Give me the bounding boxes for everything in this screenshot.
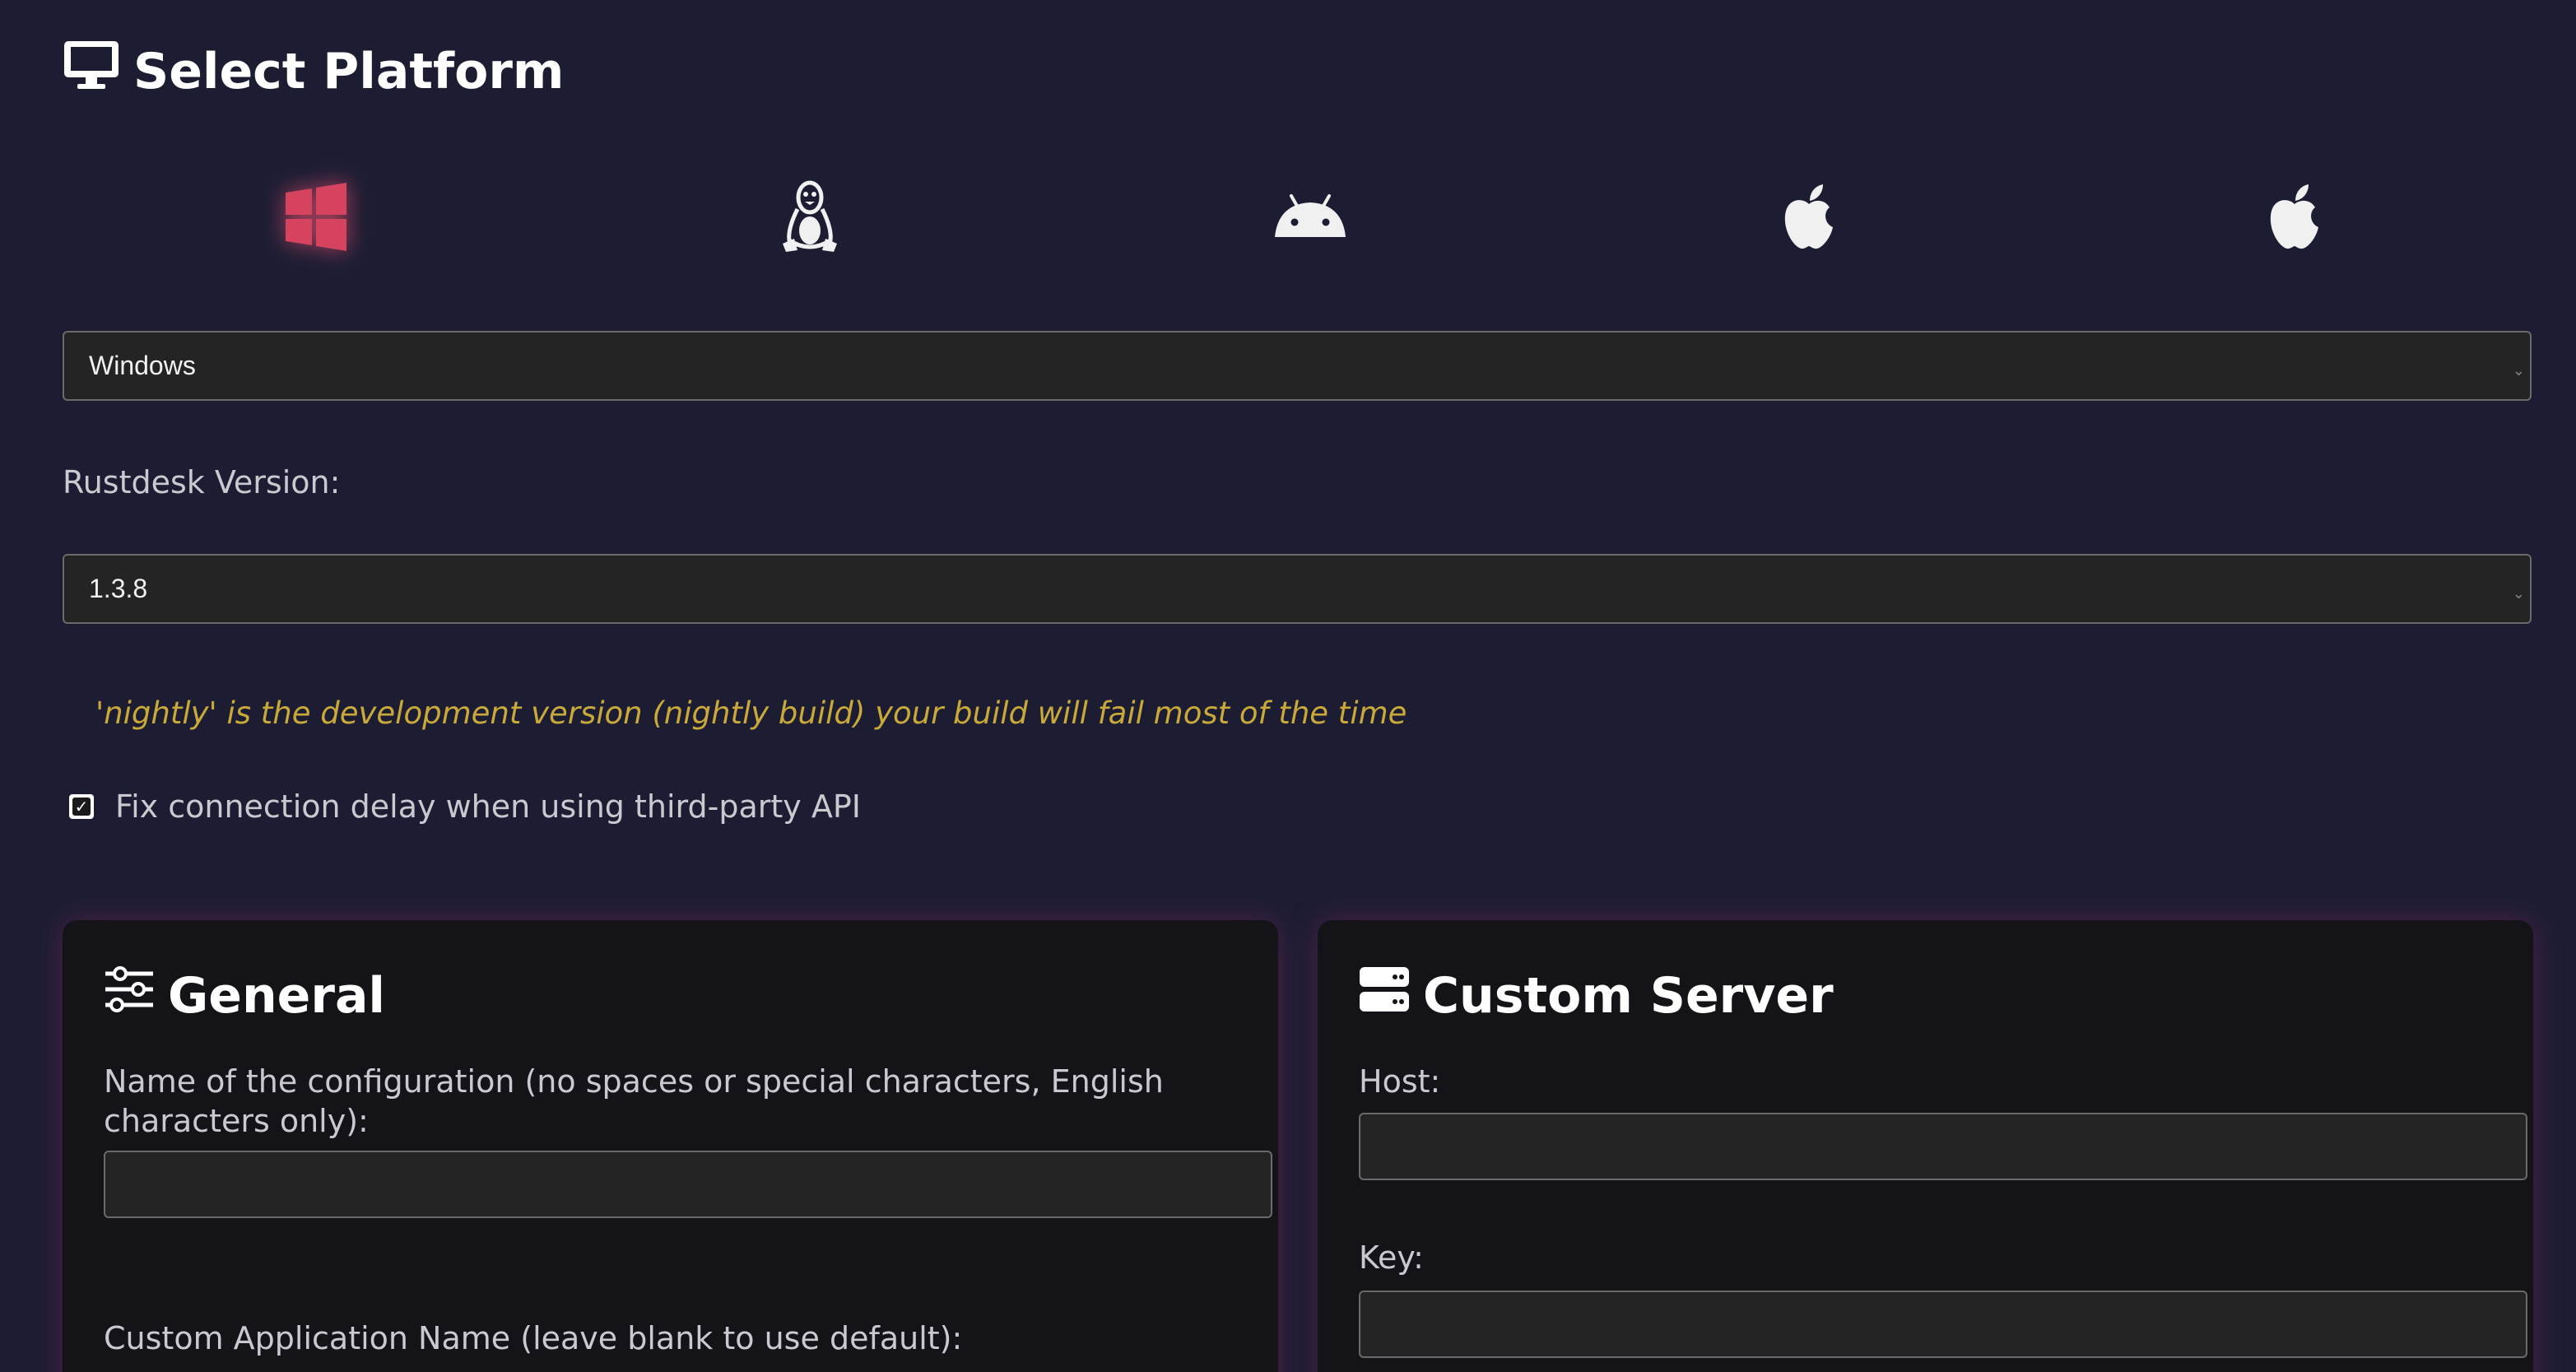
app-name-label: Custom Application Name (leave blank to … xyxy=(104,1320,963,1356)
platform-ios-button[interactable] xyxy=(2237,165,2352,272)
key-input[interactable] xyxy=(1359,1291,2527,1358)
fix-delay-option[interactable]: ✓ Fix connection delay when using third-… xyxy=(69,788,861,825)
config-name-input[interactable] xyxy=(104,1151,1272,1218)
platform-select-value: Windows xyxy=(89,351,196,380)
windows-icon xyxy=(279,179,353,258)
android-icon xyxy=(1273,179,1347,258)
monitor-icon xyxy=(63,40,120,103)
platform-macos-button[interactable] xyxy=(1751,165,1867,272)
general-card: General Name of the configuration (no sp… xyxy=(63,920,1278,1372)
apple-icon xyxy=(2257,179,2332,258)
platform-selector xyxy=(63,165,2532,272)
nightly-warning: 'nightly' is the development version (ni… xyxy=(95,695,1407,731)
custom-server-card: Custom Server Host: Key: xyxy=(1318,920,2533,1372)
fix-delay-checkbox[interactable]: ✓ xyxy=(69,794,94,819)
version-select-value: 1.3.8 xyxy=(89,574,148,603)
page-title: Select Platform xyxy=(63,40,564,103)
custom-server-title: Custom Server xyxy=(1359,965,1834,1026)
linux-icon xyxy=(773,179,847,258)
server-icon xyxy=(1359,965,1410,1026)
custom-server-title-text: Custom Server xyxy=(1423,966,1834,1025)
check-icon: ✓ xyxy=(72,798,91,816)
chevron-down-icon: ⌄ xyxy=(2512,585,2525,602)
host-input[interactable] xyxy=(1359,1113,2527,1180)
platform-linux-button[interactable] xyxy=(752,165,867,272)
version-label: Rustdesk Version: xyxy=(63,464,341,500)
general-title-text: General xyxy=(168,966,385,1025)
platform-android-button[interactable] xyxy=(1253,165,1368,272)
page: Select Platform Windows ⌄ Rustdesk Versi… xyxy=(0,0,2576,1372)
platform-windows-button[interactable] xyxy=(258,165,374,272)
chevron-down-icon: ⌄ xyxy=(2512,362,2525,379)
platform-select[interactable]: Windows ⌄ xyxy=(63,331,2532,401)
apple-icon xyxy=(1772,179,1846,258)
config-name-label: Name of the configuration (no spaces or … xyxy=(104,1063,1164,1139)
sliders-icon xyxy=(104,965,155,1026)
version-select[interactable]: 1.3.8 ⌄ xyxy=(63,554,2532,624)
fix-delay-label: Fix connection delay when using third-pa… xyxy=(115,788,861,825)
host-label: Host: xyxy=(1359,1063,1441,1100)
general-title: General xyxy=(104,965,385,1026)
key-label: Key: xyxy=(1359,1239,1424,1276)
page-title-text: Select Platform xyxy=(133,42,565,100)
